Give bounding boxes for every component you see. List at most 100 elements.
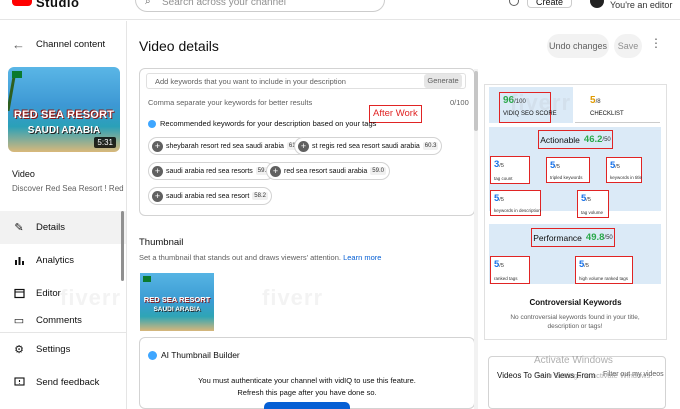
keyword-chip-text: red sea resort saudi arabia xyxy=(284,167,368,175)
thumb-title-line1: RED SEA RESORT xyxy=(13,109,115,121)
keyword-chip-text: sheybarah resort red sea saudi arabia xyxy=(166,142,284,150)
keyword-chip-text: saudi arabia red sea resort xyxy=(166,192,250,200)
vidiq-icon xyxy=(148,350,157,360)
flag-graphic xyxy=(12,71,22,78)
comment-icon: ▭ xyxy=(13,314,25,327)
pencil-icon: ✎ xyxy=(14,222,24,234)
gear-icon: ⚙ xyxy=(14,344,24,356)
keyword-chip[interactable]: + saudi arabia red sea resorts 59.1 xyxy=(148,162,276,180)
video-thumbnail[interactable]: RED SEA RESORT SAUDI ARABIA 5:31 xyxy=(8,67,120,152)
add-icon: + xyxy=(298,140,309,152)
metric-ranked-tags: 5/5 ranked tags xyxy=(490,256,530,284)
checklist-tab[interactable] xyxy=(575,87,660,123)
activate-windows-subtitle: Go to Settings to activate Windows. xyxy=(534,371,653,380)
back-label[interactable]: Channel content xyxy=(36,39,105,50)
keyword-chip-text: st regis red sea resort saudi arabia xyxy=(312,142,420,150)
sidebar-item-label: Analytics xyxy=(36,255,75,266)
film-icon xyxy=(12,287,26,301)
top-bar: Studio ⌕ Search across your channel Crea… xyxy=(0,0,680,20)
ai-builder-title-text: AI Thumbnail Builder xyxy=(161,350,240,360)
after-work-annotation: After Work xyxy=(369,105,422,123)
fiverr-watermark: fiverr xyxy=(510,90,572,115)
search-input[interactable]: Search across your channel xyxy=(162,0,286,8)
sidebar-scrollbar[interactable] xyxy=(121,211,124,281)
ai-builder-message-line1: You must authenticate your channel with … xyxy=(198,376,416,385)
thumb-title-line2: SAUDI ARABIA xyxy=(27,125,101,136)
fiverr-watermark: fiverr xyxy=(262,285,324,310)
role-text: You're an editor xyxy=(610,0,673,10)
generate-button[interactable]: Generate xyxy=(424,74,462,88)
arrow-left-icon[interactable]: ← xyxy=(12,37,30,52)
save-button[interactable]: Save xyxy=(614,34,642,58)
sidebar-item-details[interactable]: ✎ Details xyxy=(0,211,126,244)
activate-windows-title: Activate Windows xyxy=(534,355,613,366)
video-title: Discover Red Sea Resort ! Red Sea R... xyxy=(12,184,124,193)
sidebar-item-label: Settings xyxy=(36,344,71,355)
feedback-icon xyxy=(12,376,26,390)
thumbnail-heading: Thumbnail xyxy=(139,237,184,248)
studio-logo-text[interactable]: Studio xyxy=(36,0,79,10)
thumbnail-description: Set a thumbnail that stands out and draw… xyxy=(139,253,381,262)
bar-chart-icon xyxy=(12,254,26,268)
controversial-keywords-text: No controversial keywords found in your … xyxy=(510,314,640,330)
sidebar-item-analytics[interactable]: Analytics xyxy=(0,244,126,277)
thumbnail-title-line1: RED SEA RESORT xyxy=(143,295,211,304)
help-icon[interactable] xyxy=(509,0,519,6)
keywords-help-text: Comma separate your keywords for better … xyxy=(148,98,313,107)
keyword-chip-score: 58.2 xyxy=(252,192,268,200)
account-avatar[interactable] xyxy=(590,0,604,8)
metric-keywords-in-title: 5/5 keywords in title xyxy=(606,157,642,183)
flag-graphic xyxy=(143,276,151,282)
vidiq-icon xyxy=(148,119,156,128)
more-options-icon[interactable]: ⋮ xyxy=(650,36,662,50)
keyword-chip-score: 59.0 xyxy=(370,167,386,175)
fiverr-watermark: fiverr xyxy=(60,285,122,310)
search-icon[interactable]: ⌕ xyxy=(145,0,151,7)
actionable-score: Actionable 46.2/50 xyxy=(538,130,613,149)
metric-tag-count: 3/5 tag count xyxy=(490,156,530,184)
sidebar-item-label: Send feedback xyxy=(36,377,100,388)
main-scrollbar-thumb[interactable] xyxy=(474,71,478,131)
video-duration: 5:31 xyxy=(94,137,116,148)
sidebar-nav: ✎ Details Analytics Editor ▭ Comments xyxy=(0,211,126,330)
keyword-chip[interactable]: + st regis red sea resort saudi arabia 6… xyxy=(294,137,443,155)
ai-thumbnail-builder-title: AI Thumbnail Builder xyxy=(148,350,240,360)
sidebar-item-label: Comments xyxy=(36,314,82,326)
sidebar-item-label: Details xyxy=(36,222,66,233)
studio-window: Studio ⌕ Search across your channel Crea… xyxy=(0,0,680,409)
authenticate-button[interactable] xyxy=(264,402,350,409)
add-icon: + xyxy=(152,190,163,202)
current-thumbnail[interactable]: RED SEA RESORT SAUDI ARABIA xyxy=(140,273,214,331)
back-to-channel-content[interactable]: ← Channel content xyxy=(12,37,105,52)
keyword-chip[interactable]: + red sea resort saudi arabia 59.0 xyxy=(266,162,390,180)
add-icon: + xyxy=(152,165,163,177)
thumbnail-title-line2: SAUDI ARABIA xyxy=(153,306,201,313)
performance-score: Performance 49.8/50 xyxy=(531,228,615,247)
ai-builder-message-line2: Refresh this page after you have done so… xyxy=(237,388,377,397)
sidebar-item-comments[interactable]: ▭ Comments xyxy=(0,310,126,330)
add-icon: + xyxy=(270,165,281,177)
keyword-chip-text: saudi arabia red sea resorts xyxy=(166,167,253,175)
learn-more-link[interactable]: Learn more xyxy=(343,253,381,262)
keyword-chip[interactable]: + sheybarah resort red sea saudi arabia … xyxy=(148,137,307,155)
recommended-keywords-header: Recommended keywords for your descriptio… xyxy=(148,119,376,128)
sidebar-item-send-feedback[interactable]: Send feedback xyxy=(0,366,126,399)
keywords-char-count: 0/100 xyxy=(450,98,469,107)
undo-changes-button[interactable]: Undo changes xyxy=(547,34,609,58)
keywords-input[interactable]: Add keywords that you want to include in… xyxy=(155,77,346,86)
checklist-value: 5/8 xyxy=(590,95,601,106)
sidebar-item-label: Editor xyxy=(36,288,61,299)
sidebar-item-settings[interactable]: ⚙ Settings xyxy=(0,333,126,366)
thumbnail-description-text: Set a thumbnail that stands out and draw… xyxy=(139,253,341,262)
keyword-chip-score: 60.3 xyxy=(422,142,439,150)
recommended-keywords-label: Recommended keywords for your descriptio… xyxy=(160,119,377,128)
youtube-logo-icon[interactable] xyxy=(12,0,32,6)
create-button[interactable]: Create xyxy=(527,0,572,8)
page-title: Video details xyxy=(139,38,219,54)
video-label: Video xyxy=(12,169,35,179)
metric-tripled-keywords: 5/5 tripled keywords xyxy=(546,157,590,183)
checklist-label: CHECKLIST xyxy=(590,111,624,117)
keyword-chip[interactable]: + saudi arabia red sea resort 58.2 xyxy=(148,187,272,205)
add-icon: + xyxy=(152,140,163,152)
metric-keywords-in-description: 5/5 keywords in description xyxy=(490,190,541,216)
